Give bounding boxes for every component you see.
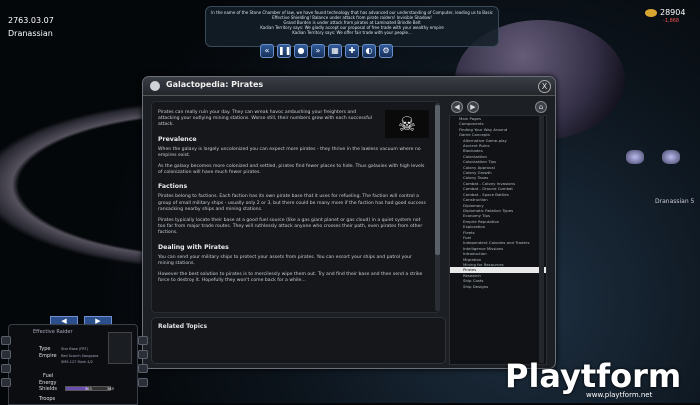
- empire-label: Empire: [39, 353, 57, 359]
- article-paragraph: Pirates belong to factions. Each faction…: [158, 194, 426, 212]
- credits-delta: -1,868: [663, 18, 680, 24]
- pirate-flag-icon: ☠: [385, 110, 429, 138]
- article-pane[interactable]: Pirates can really ruin your day. They c…: [151, 101, 440, 313]
- empire-value[interactable]: Red Scorch Sangpara: [61, 354, 98, 358]
- fleet-cluster[interactable]: [622, 148, 692, 168]
- credits-icon: [645, 9, 657, 17]
- ship-icon[interactable]: [626, 150, 644, 164]
- panel-side-button[interactable]: [1, 364, 11, 373]
- ticker-message[interactable]: Kadian Territory says: We offer fair tra…: [206, 30, 498, 35]
- panel-side-button[interactable]: [138, 350, 148, 359]
- back-button[interactable]: ◀: [451, 101, 463, 113]
- type-label: Type: [39, 346, 51, 352]
- article-paragraph: When the galaxy is largely uncolonized y…: [158, 146, 421, 158]
- type-value: Star Base (FRT): [61, 347, 88, 351]
- watermark-logo: Playtform: [505, 357, 682, 395]
- rewind-icon[interactable]: «: [260, 44, 274, 58]
- section-heading: Dealing with Pirates: [158, 243, 229, 251]
- topic-tree-scrollbar[interactable]: [539, 115, 544, 363]
- dialog-title: Galactopedia: Pirates: [166, 80, 264, 89]
- article-scrollbar[interactable]: [435, 103, 440, 311]
- article-paragraph: Pirates typically locate their base at a…: [158, 218, 423, 236]
- home-button[interactable]: ⌂: [535, 101, 547, 113]
- credits-value: 28904: [660, 8, 686, 17]
- article-paragraph: However the best solution to pirates is …: [158, 272, 423, 284]
- troops-label: Troops: [39, 396, 56, 402]
- panel-side-button[interactable]: [1, 350, 11, 359]
- selection-portrait[interactable]: [108, 332, 132, 364]
- game-toolbar: « ❚❚ ● » ▦ ✚ ◐ ⚙: [260, 44, 393, 58]
- related-topics-panel: Related Topics: [151, 317, 446, 364]
- system-label[interactable]: Dranassian 5: [655, 198, 694, 205]
- panel-side-button[interactable]: [138, 336, 148, 345]
- related-topics-title: Related Topics: [158, 323, 208, 330]
- empire-name: Dranassian: [8, 29, 53, 38]
- galactopedia-icon: [150, 81, 160, 91]
- watermark-url: www.playtform.net: [586, 391, 653, 399]
- pause-icon[interactable]: ❚❚: [277, 44, 291, 58]
- galactopedia-dialog: Galactopedia: Pirates X Pirates can real…: [142, 76, 556, 369]
- article-paragraph: You can send your military ships to prot…: [158, 254, 412, 266]
- panel-side-button[interactable]: [1, 378, 11, 387]
- map-icon[interactable]: ▦: [328, 44, 342, 58]
- shields-max: 363: [107, 387, 114, 391]
- dialog-titlebar[interactable]: Galactopedia: Pirates X: [143, 77, 555, 96]
- topic-tree: Main Pages Components Finding Your Way Aro…: [449, 115, 547, 365]
- design-value: SMS-127 Mark 4/2: [61, 360, 93, 364]
- event-ticker[interactable]: In the name of the Stone Chamber of law,…: [205, 6, 499, 47]
- empire-icon[interactable]: ✚: [345, 44, 359, 58]
- close-button[interactable]: X: [538, 80, 551, 93]
- settings-icon[interactable]: ⚙: [379, 44, 393, 58]
- stardate-readout: 2763.03.07: [8, 16, 54, 25]
- scrollbar-thumb[interactable]: [435, 105, 440, 255]
- article-paragraph: As the galaxy becomes more colonized and…: [158, 164, 425, 176]
- panel-side-button[interactable]: [138, 364, 148, 373]
- section-heading: Factions: [158, 183, 188, 191]
- panel-side-button[interactable]: [138, 378, 148, 387]
- topic-tree-item[interactable]: Ship Designs: [450, 284, 546, 289]
- diplomacy-icon[interactable]: ◐: [362, 44, 376, 58]
- forward-button[interactable]: ▶: [467, 101, 479, 113]
- article-intro: Pirates can really ruin your day. They c…: [158, 110, 372, 128]
- selection-title: Effective Raider: [33, 329, 73, 335]
- record-icon[interactable]: ●: [294, 44, 308, 58]
- fast-forward-icon[interactable]: »: [311, 44, 325, 58]
- panel-side-button[interactable]: [1, 336, 11, 345]
- ship-icon[interactable]: [662, 150, 680, 164]
- shields-label: Shields: [39, 386, 57, 392]
- fuel-label: Fuel: [43, 373, 54, 379]
- shields-value: 363: [85, 387, 92, 391]
